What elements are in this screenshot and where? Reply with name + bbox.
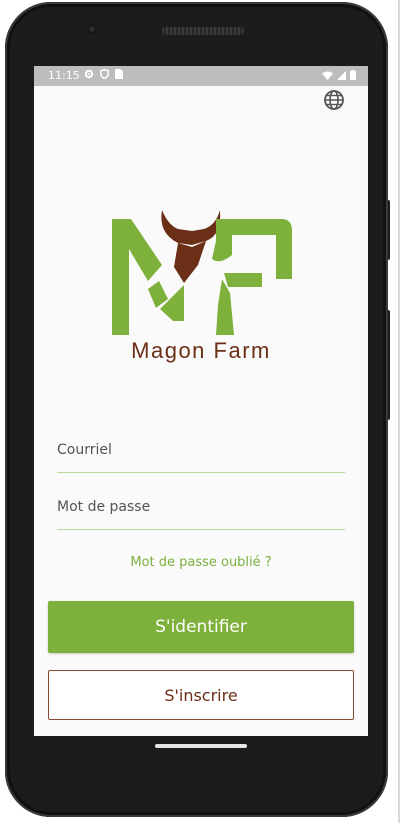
email-field <box>57 428 345 473</box>
forgot-password-link[interactable]: Mot de passe oublié ? <box>34 555 368 570</box>
register-button[interactable]: S'inscrire <box>48 670 354 720</box>
earpiece-speaker <box>162 27 244 35</box>
email-input[interactable] <box>57 428 345 472</box>
status-icons-left <box>84 69 123 79</box>
magon-farm-logo <box>112 210 292 335</box>
front-camera <box>87 24 97 34</box>
app-screen: 11:15 Magon Farm Courriel Mot de passe o… <box>34 66 368 736</box>
shield-icon <box>100 69 109 79</box>
battery-icon <box>350 70 356 80</box>
globe-icon[interactable] <box>322 88 346 112</box>
status-time: 11:15 <box>48 69 80 82</box>
gear-icon <box>84 69 94 79</box>
signal-icon <box>337 70 346 80</box>
home-indicator[interactable] <box>155 744 247 748</box>
brand-name: Magon Farm <box>131 338 271 363</box>
sim-card-icon <box>115 69 123 79</box>
status-bar: 11:15 <box>34 66 368 86</box>
login-button[interactable]: S'identifier <box>48 601 354 653</box>
status-icons-right <box>322 70 356 80</box>
password-input[interactable] <box>57 485 345 529</box>
password-field <box>57 485 345 530</box>
wifi-icon <box>322 71 333 80</box>
phone-frame: 11:15 Magon Farm Courriel Mot de passe o… <box>5 2 388 817</box>
